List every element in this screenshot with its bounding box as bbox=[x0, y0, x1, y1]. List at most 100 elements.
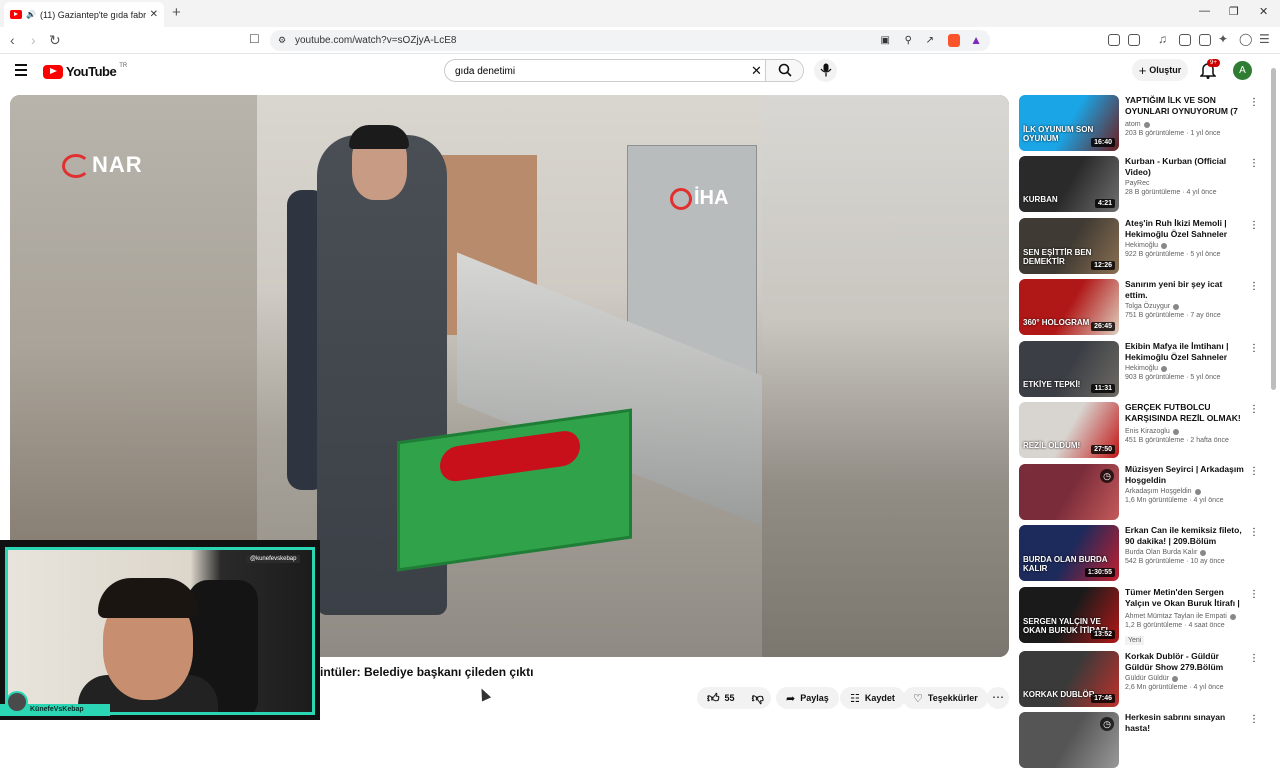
video-item-title[interactable]: Tümer Metin'den Sergen Yalçın ve Okan Bu… bbox=[1125, 587, 1247, 611]
recommendation-item[interactable]: REZİL OLDUM! 27:50 GERÇEK FUTBOLCU KARŞISI… bbox=[1019, 402, 1259, 460]
item-menu-icon[interactable]: ⋮ bbox=[1249, 589, 1259, 600]
like-count[interactable]: 55 bbox=[725, 693, 735, 703]
youtube-logo[interactable]: YouTube TR bbox=[43, 63, 127, 79]
ai-icon[interactable]: ✦ bbox=[1218, 32, 1228, 46]
channel-name[interactable]: Hekimoğlu bbox=[1125, 242, 1158, 249]
video-thumbnail[interactable]: ◷ bbox=[1019, 712, 1119, 768]
recommendation-item[interactable]: ◷ Herkesin sabrını sınayan hasta! ⋮ bbox=[1019, 712, 1259, 770]
new-tab-button[interactable]: + bbox=[172, 4, 181, 21]
video-item-title[interactable]: Kurban - Kurban (Official Video) bbox=[1125, 156, 1247, 178]
video-thumbnail[interactable]: BURDA OLAN BURDA KALIR 1:30:55 bbox=[1019, 525, 1119, 581]
dislike-icon[interactable]: 👎︎ bbox=[752, 691, 764, 706]
channel-name[interactable]: Ahmet Mümtaz Taylan ile Empati bbox=[1125, 613, 1227, 620]
video-item-title[interactable]: Müzisyen Seyirci | Arkadaşım Hoşgeldin bbox=[1125, 464, 1247, 486]
channel-row: Enis Kirazoglu bbox=[1125, 428, 1247, 435]
forward-icon[interactable]: › bbox=[31, 32, 36, 48]
search-input[interactable] bbox=[455, 62, 745, 80]
tab-title: (11) Gaziantep'te gıda fabrika bbox=[39, 9, 146, 20]
recommendation-item[interactable]: ETKİYE TEPKİ! 11:31 Ekibin Mafya ile İmtih… bbox=[1019, 341, 1259, 399]
recommendation-item[interactable]: İLK OYUNUM SON OYUNUM 16:40 YAPTIĞIM İLK V… bbox=[1019, 95, 1259, 153]
recommendation-item[interactable]: BURDA OLAN BURDA KALIR 1:30:55 Erkan Can i… bbox=[1019, 525, 1259, 583]
panel-icon[interactable] bbox=[1179, 34, 1191, 46]
video-item-title[interactable]: Erkan Can ile kemiksiz fileto, 90 dakika… bbox=[1125, 525, 1247, 547]
clear-search-icon[interactable]: ✕ bbox=[751, 63, 762, 79]
save-button[interactable]: ☷ Kaydet bbox=[840, 687, 905, 709]
recommendation-item[interactable]: KURBAN 4:21 Kurban - Kurban (Official Vide… bbox=[1019, 156, 1259, 214]
brave-shield-icon[interactable] bbox=[948, 34, 960, 47]
item-menu-icon[interactable]: ⋮ bbox=[1249, 158, 1259, 169]
video-thumbnail[interactable]: SERGEN YALÇIN VE OKAN BURUK İTİRAFI 13:52 bbox=[1019, 587, 1119, 643]
bookmark-icon[interactable]: ☐ bbox=[249, 32, 260, 46]
url-text: youtube.com/watch?v=sOZjyA-LcE8 bbox=[295, 35, 457, 46]
restore-button[interactable]: ❐ bbox=[1229, 5, 1239, 18]
voice-search-button[interactable] bbox=[814, 59, 837, 82]
item-menu-icon[interactable]: ⋮ bbox=[1249, 527, 1259, 538]
item-menu-icon[interactable]: ⋮ bbox=[1249, 343, 1259, 354]
address-bar[interactable]: ⚙ youtube.com/watch?v=sOZjyA-LcE8 ▣ ⚲ ↗ … bbox=[270, 30, 990, 51]
video-thumbnail[interactable]: 360° HOLOGRAM 26:45 bbox=[1019, 279, 1119, 335]
account-avatar[interactable]: A bbox=[1233, 61, 1252, 80]
browser-tab[interactable]: 🔊 (11) Gaziantep'te gıda fabrika ✕ bbox=[4, 2, 164, 27]
video-thumbnail[interactable]: ETKİYE TEPKİ! 11:31 bbox=[1019, 341, 1119, 397]
site-info-icon[interactable]: ⚙ bbox=[278, 30, 286, 51]
cast-icon[interactable]: ▣ bbox=[881, 30, 890, 51]
channel-name[interactable]: Güldür Güldür bbox=[1125, 675, 1169, 682]
item-menu-icon[interactable]: ⋮ bbox=[1249, 653, 1259, 664]
video-item-title[interactable]: YAPTIĞIM İLK VE SON OYUNLARI OYNUYORUM (… bbox=[1125, 95, 1247, 119]
item-menu-icon[interactable]: ⋮ bbox=[1249, 281, 1259, 292]
recommendation-item[interactable]: SERGEN YALÇIN VE OKAN BURUK İTİRAFI 13:52… bbox=[1019, 587, 1259, 645]
item-menu-icon[interactable]: ⋮ bbox=[1249, 466, 1259, 477]
sidebar-toggle-icon[interactable] bbox=[1128, 34, 1140, 46]
channel-name[interactable]: Enis Kirazoglu bbox=[1125, 428, 1170, 435]
rewards-icon[interactable]: ▲ bbox=[970, 30, 982, 51]
video-thumbnail[interactable]: REZİL OLDUM! 27:50 bbox=[1019, 402, 1119, 458]
channel-name[interactable]: atom bbox=[1125, 121, 1141, 128]
close-tab-icon[interactable]: ✕ bbox=[150, 9, 158, 20]
channel-name[interactable]: PayRec bbox=[1125, 180, 1150, 187]
minimize-button[interactable]: — bbox=[1199, 5, 1210, 17]
channel-name[interactable]: Tolga Özuygur bbox=[1125, 303, 1170, 310]
recommendation-item[interactable]: 360° HOLOGRAM 26:45 Sanırım yeni bir şey i… bbox=[1019, 279, 1259, 337]
close-window-button[interactable]: ✕ bbox=[1259, 5, 1268, 18]
zoom-icon[interactable]: ⚲ bbox=[905, 30, 912, 51]
video-thumbnail[interactable]: KURBAN 4:21 bbox=[1019, 156, 1119, 212]
recommendation-item[interactable]: SEN EŞİTTİR BEN DEMEKTİR 12:26 Ateş'in Ruh… bbox=[1019, 218, 1259, 276]
share-button[interactable]: ➦ Paylaş bbox=[776, 687, 839, 709]
page-scrollbar[interactable] bbox=[1271, 68, 1276, 390]
item-menu-icon[interactable]: ⋮ bbox=[1249, 220, 1259, 231]
watch-later-icon[interactable]: ◷ bbox=[1100, 469, 1114, 483]
video-item-title[interactable]: Ateş'in Ruh İkizi Memoli | Hekimoğlu Öze… bbox=[1125, 218, 1247, 240]
channel-name[interactable]: Arkadaşım Hoşgeldin bbox=[1125, 488, 1192, 495]
channel-name[interactable]: Hekimoğlu bbox=[1125, 365, 1158, 372]
watch-later-icon[interactable]: ◷ bbox=[1100, 717, 1114, 731]
thanks-button[interactable]: ♡ Teşekkürler bbox=[903, 687, 988, 709]
back-icon[interactable]: ‹ bbox=[10, 32, 15, 48]
music-icon[interactable]: ♫ bbox=[1158, 32, 1167, 46]
vpn-shield-icon[interactable]: ◯ bbox=[1239, 32, 1252, 46]
create-button[interactable]: + Oluştur bbox=[1132, 59, 1188, 81]
recommendation-item[interactable]: KORKAK DUBLÖR 17:46 Korkak Dublör - Güldür… bbox=[1019, 651, 1259, 709]
more-actions-icon[interactable]: ⋯ bbox=[987, 687, 1009, 709]
video-thumbnail[interactable]: ◷ bbox=[1019, 464, 1119, 520]
view-count: 751 B görüntüleme bbox=[1125, 312, 1185, 319]
like-icon[interactable]: 👍︎ bbox=[707, 691, 720, 706]
recommendation-item[interactable]: ◷ Müzisyen Seyirci | Arkadaşım Hoşgeldin A… bbox=[1019, 464, 1259, 522]
video-item-title[interactable]: Korkak Dublör - Güldür Güldür Show 279.B… bbox=[1125, 651, 1247, 673]
item-menu-icon[interactable]: ⋮ bbox=[1249, 97, 1259, 108]
item-menu-icon[interactable]: ⋮ bbox=[1249, 404, 1259, 415]
video-item-title[interactable]: Sanırım yeni bir şey icat ettim. bbox=[1125, 279, 1247, 301]
channel-name[interactable]: Burda Olan Burda Kalır bbox=[1125, 549, 1197, 556]
video-thumbnail[interactable]: KORKAK DUBLÖR 17:46 bbox=[1019, 651, 1119, 707]
video-item-title[interactable]: Herkesin sabrını sınayan hasta! bbox=[1125, 712, 1247, 734]
extension-puzzle-icon[interactable] bbox=[1108, 34, 1120, 46]
video-item-title[interactable]: GERÇEK FUTBOLCU KARŞISINDA REZİL OLMAK! … bbox=[1125, 402, 1247, 426]
video-item-title[interactable]: Ekibin Mafya ile İmtihanı | Hekimoğlu Öz… bbox=[1125, 341, 1247, 363]
video-thumbnail[interactable]: İLK OYUNUM SON OYUNUM 16:40 bbox=[1019, 95, 1119, 151]
search-button[interactable] bbox=[765, 60, 803, 81]
guide-menu-icon[interactable] bbox=[15, 64, 27, 79]
video-thumbnail[interactable]: SEN EŞİTTİR BEN DEMEKTİR 12:26 bbox=[1019, 218, 1119, 274]
share-page-icon[interactable]: ↗ bbox=[926, 30, 934, 51]
wallet-icon[interactable] bbox=[1199, 34, 1211, 46]
menu-icon[interactable]: ☰ bbox=[1259, 32, 1270, 46]
reload-icon[interactable]: ↻ bbox=[49, 32, 61, 49]
